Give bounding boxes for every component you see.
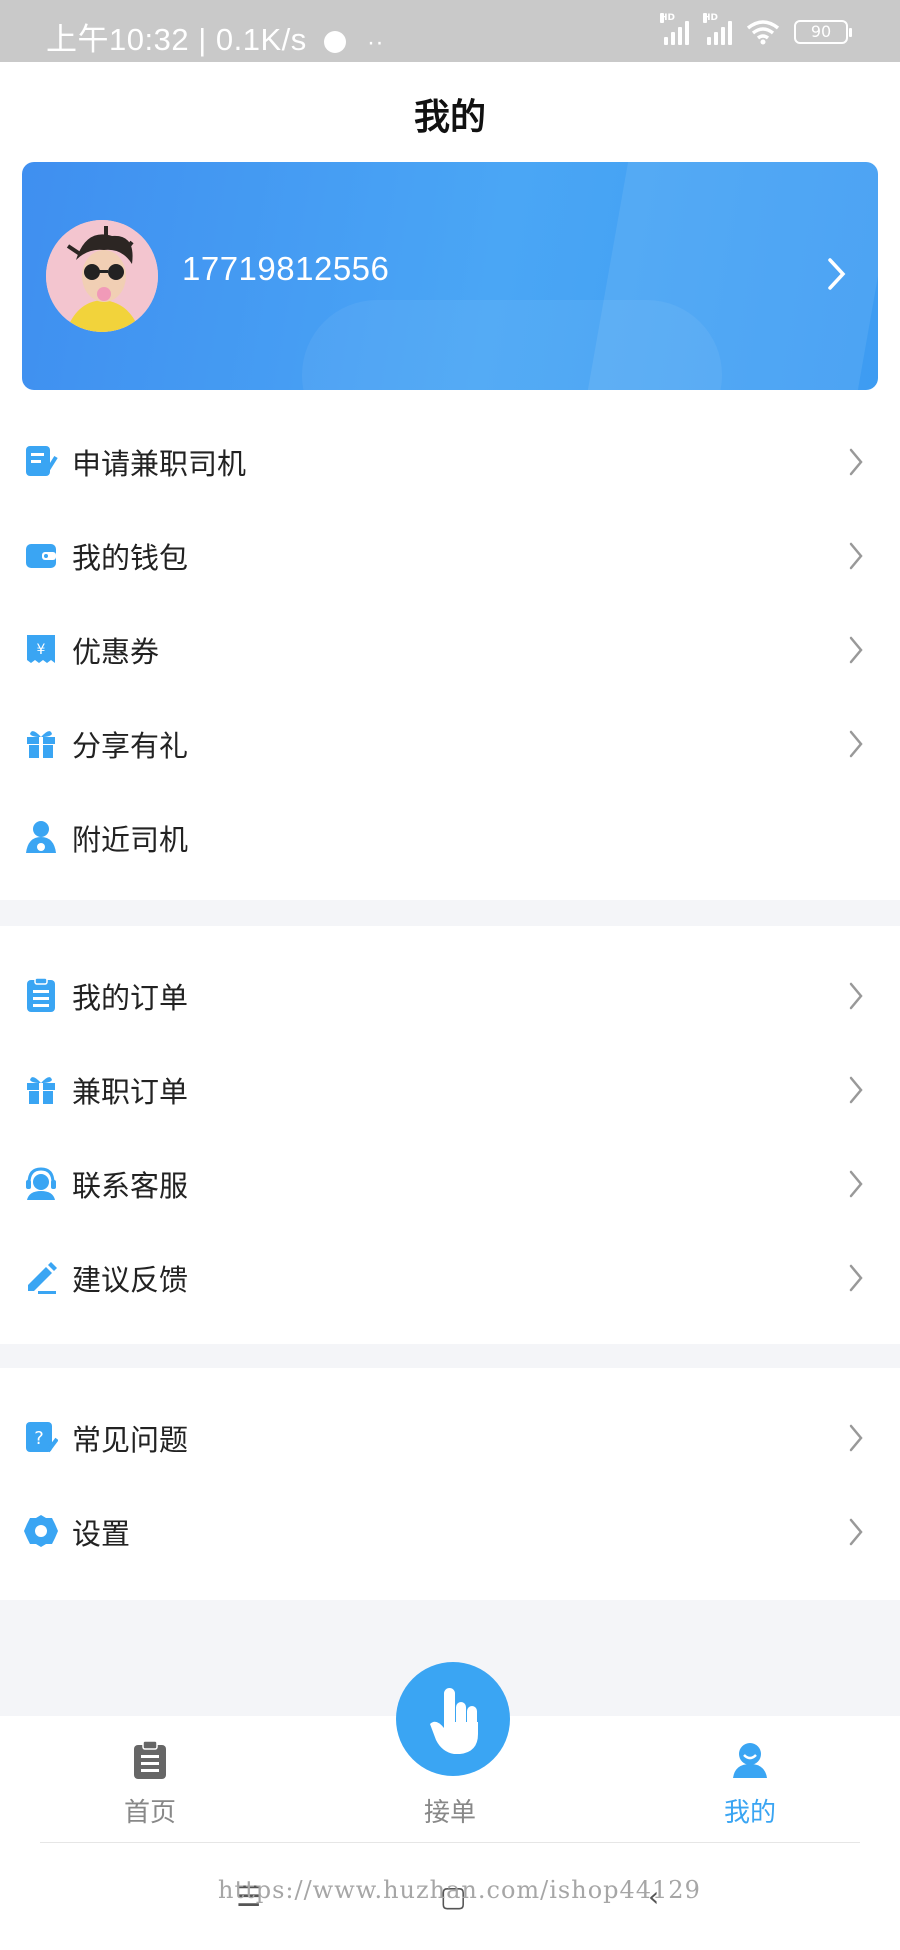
menu-item-label: 设置 <box>72 1517 131 1551</box>
coupon-icon: ¥ <box>27 635 55 663</box>
menu-item-label: 我的钱包 <box>72 541 189 575</box>
wallet-icon <box>26 544 56 568</box>
chevron-right-icon[interactable] <box>826 256 848 292</box>
menu-item-settings[interactable]: 设置 <box>0 1484 900 1578</box>
clipboard-icon <box>134 1740 166 1779</box>
gift-icon <box>27 1077 55 1104</box>
menu-item-label: 我的订单 <box>72 981 189 1015</box>
user-icon <box>733 1743 767 1778</box>
page-title: 我的 <box>413 97 486 138</box>
hd-label: HD <box>660 13 676 23</box>
menu-item-faq[interactable]: ? 常见问题 <box>0 1390 900 1484</box>
menu-item-label: 兼职订单 <box>72 1075 189 1109</box>
menu-item-part-time-orders[interactable]: 兼职订单 <box>0 1042 900 1136</box>
menu-item-label: 建议反馈 <box>72 1263 189 1297</box>
menu-item-apply-driver[interactable]: 申请兼职司机 <box>0 414 900 508</box>
menu-item-label: 申请兼职司机 <box>72 447 247 481</box>
hd-label-2: HD <box>703 13 719 23</box>
avatar-image <box>46 220 158 332</box>
menu-item-label: 分享有礼 <box>72 729 189 763</box>
chevron-right-icon <box>849 542 863 570</box>
tab-mine-label: 我的 <box>723 1798 776 1828</box>
chevron-right-icon <box>849 1076 863 1104</box>
feedback-edit-icon <box>28 1262 57 1294</box>
chevron-right-icon <box>849 1170 863 1198</box>
chevron-right-icon <box>849 636 863 664</box>
svg-text:¥: ¥ <box>37 642 46 658</box>
menu-item-label: 优惠券 <box>72 635 160 669</box>
menu-item-customer-service[interactable]: 联系客服 <box>0 1136 900 1230</box>
gift-icon <box>27 731 55 758</box>
svg-text:?: ? <box>34 1428 44 1449</box>
tab-home-label: 首页 <box>123 1798 176 1828</box>
chevron-right-icon <box>849 982 863 1010</box>
menu-item-feedback[interactable]: 建议反馈 <box>0 1230 900 1324</box>
menu-item-nearby-driver[interactable]: 附近司机 <box>0 790 900 884</box>
user-phone: 17719812556 <box>182 250 390 287</box>
tab-accept-label: 接单 <box>423 1798 476 1828</box>
chevron-right-icon <box>849 448 863 476</box>
watermark: https://www.huzhan.com/ishop44129 <box>218 1876 701 1904</box>
settings-gear-icon <box>24 1515 58 1547</box>
apply-edit-icon <box>26 446 58 476</box>
menu-item-share-gift[interactable]: 分享有礼 <box>0 696 900 790</box>
signal-icon: HD <box>660 13 689 45</box>
tab-home[interactable]: 首页 <box>50 1716 250 1840</box>
faq-icon: ? <box>26 1422 58 1453</box>
chevron-right-icon <box>849 1518 863 1546</box>
qq-icon <box>323 30 346 53</box>
signal-icon-2: HD <box>703 13 732 45</box>
page-header: 我的 <box>0 62 900 158</box>
status-time-text: 上午10:32 | 0.1K/s <box>46 22 307 57</box>
card-decoration-2 <box>302 300 722 390</box>
battery-indicator: 90 <box>794 20 852 44</box>
menu-item-label: 联系客服 <box>72 1169 189 1203</box>
menu-item-wallet[interactable]: 我的钱包 <box>0 508 900 602</box>
wifi-icon <box>746 20 780 45</box>
accept-order-button[interactable] <box>396 1662 510 1776</box>
tab-mine[interactable]: 我的 <box>650 1716 850 1840</box>
profile-card[interactable]: 17719812556 <box>22 162 878 390</box>
status-more: ·· <box>367 29 384 56</box>
chevron-right-icon <box>849 1264 863 1292</box>
status-bar: 上午10:32 | 0.1K/s ·· HD HD 90 <box>0 0 900 62</box>
customer-service-icon <box>26 1167 56 1200</box>
order-list-icon <box>27 977 55 1012</box>
menu-item-label: 附近司机 <box>72 823 189 857</box>
menu-item-label: 常见问题 <box>72 1423 189 1457</box>
divider <box>40 1842 860 1843</box>
menu-item-my-orders[interactable]: 我的订单 <box>0 948 900 1042</box>
driver-icon <box>26 821 56 853</box>
menu-item-coupon[interactable]: ¥ 优惠券 <box>0 602 900 696</box>
chevron-right-icon <box>849 730 863 758</box>
avatar[interactable] <box>46 220 158 332</box>
chevron-right-icon <box>849 1424 863 1452</box>
status-time: 上午10:32 | 0.1K/s ·· <box>46 14 384 59</box>
hand-tap-icon <box>430 1688 478 1754</box>
